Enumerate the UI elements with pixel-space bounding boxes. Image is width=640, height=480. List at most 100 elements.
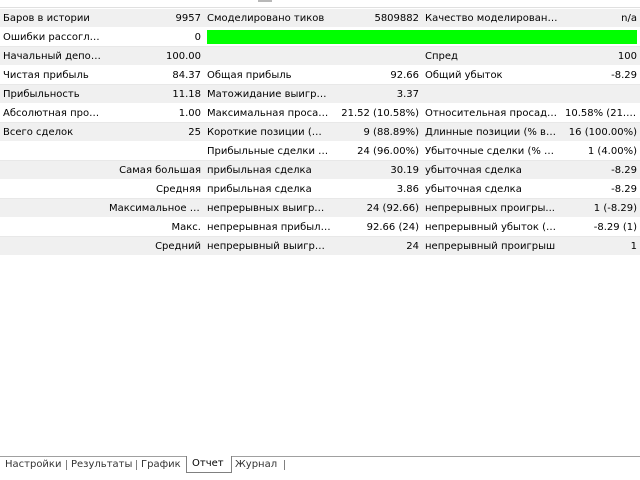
report-row: Средняя прибыльная сделка 3.86 убыточная сд… [0,179,640,199]
row-value [106,141,204,161]
row-label: Короткие позиции (% в... [204,122,334,142]
row-label: Макс. [106,217,204,237]
row-label [204,46,334,66]
row-value: 30.19 [334,160,422,180]
row-value: 3.37 [334,84,422,104]
row-label [0,160,106,180]
row-value: 100.00 [106,46,204,66]
row-label: непрерывный убыток (ч... [422,217,562,237]
row-value: 24 [334,236,422,256]
row-label: Самая большая [106,160,204,180]
row-label: непрерывный проигрыш [422,236,562,256]
tab-label: Отчет [192,458,224,469]
row-value: 9 (88.89%) [334,122,422,142]
report-row: Прибыльность 11.18 Матожидание выигрыша 3.3… [0,84,640,104]
row-value: 92.66 [334,65,422,85]
report-row: Макс. непрерывная прибыль (... 92.66 (24) н… [0,217,640,237]
row-label: прибыльная сделка [204,160,334,180]
row-label [0,217,106,237]
row-label: Чистая прибыль [0,65,106,85]
row-value: 1.00 [106,103,204,123]
row-label: Средняя [106,179,204,199]
report-row: Прибыльные сделки (% ... 24 (96.00%) Убыто… [0,141,640,161]
row-value: 1 (-8.29) [562,198,640,218]
report-row: Самая большая прибыльная сделка 30.19 убыто… [0,160,640,180]
row-value: 11.18 [106,84,204,104]
row-value [334,46,422,66]
row-label: Средний [106,236,204,256]
row-label: Прибыльные сделки (% ... [204,141,334,161]
report-row: Максимальное количествонепрерывных выигр… [0,198,640,218]
row-value: 24 (96.00%) [334,141,422,161]
row-label: Матожидание выигрыша [204,84,334,104]
row-value: 84.37 [106,65,204,85]
row-label [0,141,106,161]
row-value: 1 (4.00%) [562,141,640,161]
row-label: Спред [422,46,562,66]
report-row: Чистая прибыль 84.37 Общая прибыль 92.66 Общ… [0,65,640,85]
row-label: убыточная сделка [422,160,562,180]
row-value: 21.52 (10.58%) [334,103,422,123]
row-label [422,84,562,104]
row-label [0,236,106,256]
top-divider [0,7,640,8]
row-value: 16 (100.00%) [562,122,640,142]
tab-results[interactable]: Результаты [66,457,137,472]
row-label: Общий убыток [422,65,562,85]
tab-label: Результаты [71,459,133,470]
row-value: 24 (92.66) [334,198,422,218]
tab-settings[interactable]: Настройки [0,457,67,472]
row-label: Общая прибыль [204,65,334,85]
row-value: 25 [106,122,204,142]
row-value: 10.58% (21.52) [562,103,640,123]
row-label [0,198,106,218]
row-value [562,84,640,104]
splitter-handle[interactable] [258,0,272,2]
row-label: непрерывных выигрыш... [204,198,334,218]
report-row: Средний непрерывный выигрыш 24 непрерывный … [0,236,640,256]
tab-journal[interactable]: Журнал [230,457,285,472]
row-label: Всего сделок [0,122,106,142]
row-value: 100 [562,46,640,66]
row-label: непрерывных проигры... [422,198,562,218]
row-label: Прибыльность [0,84,106,104]
row-label: прибыльная сделка [204,179,334,199]
row-value: 1 [562,236,640,256]
row-value: 0 [106,27,204,47]
tab-graph[interactable]: График [136,457,187,472]
top-strip [0,0,640,8]
row-value: 9957 [106,9,204,28]
report-table: Баров в истории 9957 Смоделировано тиков 58… [0,9,640,256]
row-value: -8.29 [562,160,640,180]
report-row: Абсолютная просадка1.00Максимальная прос… [0,103,640,123]
row-label: Длинные позиции (% вы... [422,122,562,142]
row-label: непрерывный выигрыш [204,236,334,256]
row-label: Начальный депозит [0,46,106,66]
row-value: -8.29 [562,65,640,85]
report-row: Ошибки рассогласо... 0 [0,27,640,47]
row-label: Качество моделирования [422,9,562,28]
modeling-quality-bar [207,30,637,44]
row-label: Смоделировано тиков [204,9,334,28]
tab-report[interactable]: Отчет [186,456,232,473]
report-row: Баров в истории 9957 Смоделировано тиков 58… [0,9,640,28]
row-label: Максимальная просадка [204,103,334,123]
row-label: Абсолютная просадка [0,103,106,123]
row-label: Убыточные сделки (% о... [422,141,562,161]
row-value: -8.29 (1) [562,217,640,237]
tab-divider [284,460,285,470]
row-value: 5809882 [334,9,422,28]
tab-label: Настройки [5,459,62,470]
row-label: Ошибки рассогласо... [0,27,106,47]
row-value: n/a [562,9,640,28]
row-label: Относительная просадка [422,103,562,123]
report-row: Начальный депозит 100.00 Спред 100 [0,46,640,66]
row-value: -8.29 [562,179,640,199]
quality-bar-cell [204,27,640,47]
row-label: Баров в истории [0,9,106,28]
row-label: Максимальное количество [106,198,204,218]
row-label: убыточная сделка [422,179,562,199]
tab-label: График [141,459,181,470]
tab-bar: Настройки Результаты График Отчет Журнал [0,456,640,473]
row-value: 3.86 [334,179,422,199]
